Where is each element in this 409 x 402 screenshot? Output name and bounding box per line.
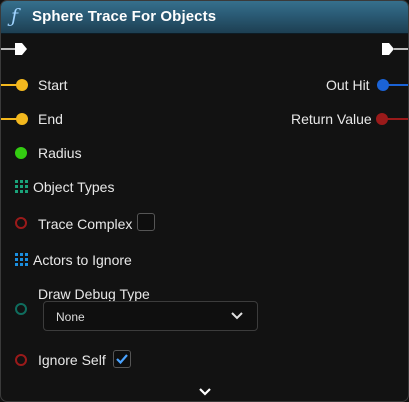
return-value-label: Return Value <box>291 111 372 127</box>
node-header[interactable]: ƒ Sphere Trace For Objects <box>1 1 408 34</box>
exec-in-pin[interactable] <box>1 41 29 57</box>
return-value-wire <box>386 118 408 120</box>
node-title: Sphere Trace For Objects <box>32 8 217 25</box>
draw-debug-type-label: Draw Debug Type <box>38 286 150 302</box>
blueprint-node[interactable]: ƒ Sphere Trace For Objects Start Out Hit… <box>0 0 409 402</box>
trace-complex-label: Trace Complex <box>38 216 133 232</box>
actor-array-pin-icon[interactable] <box>15 253 28 266</box>
trace-complex-checkbox[interactable] <box>137 213 155 231</box>
trace-complex-pin[interactable] <box>15 217 27 229</box>
start-pin[interactable] <box>16 79 28 91</box>
draw-debug-type-dropdown[interactable]: None <box>43 301 258 331</box>
out-hit-wire <box>387 84 408 86</box>
dropdown-value: None <box>56 310 85 324</box>
object-types-label: Object Types <box>33 179 115 195</box>
end-wire <box>1 118 17 120</box>
function-icon: ƒ <box>11 5 19 27</box>
end-label: End <box>38 111 63 127</box>
check-icon <box>116 354 128 365</box>
array-pin-icon[interactable] <box>15 180 28 193</box>
end-pin[interactable] <box>16 113 28 125</box>
ignore-self-checkbox[interactable] <box>113 350 131 368</box>
out-hit-label: Out Hit <box>326 77 370 93</box>
ignore-self-pin[interactable] <box>15 354 27 366</box>
draw-debug-type-pin[interactable] <box>15 303 27 315</box>
chevron-down-icon <box>231 312 243 320</box>
exec-out-pin[interactable] <box>380 41 408 57</box>
actors-to-ignore-label: Actors to Ignore <box>33 252 132 268</box>
radius-label: Radius <box>38 145 82 161</box>
radius-pin[interactable] <box>15 147 27 159</box>
ignore-self-label: Ignore Self <box>38 352 106 368</box>
start-label: Start <box>38 77 68 93</box>
start-wire <box>1 84 17 86</box>
advanced-display-chevron-icon[interactable] <box>198 387 212 397</box>
